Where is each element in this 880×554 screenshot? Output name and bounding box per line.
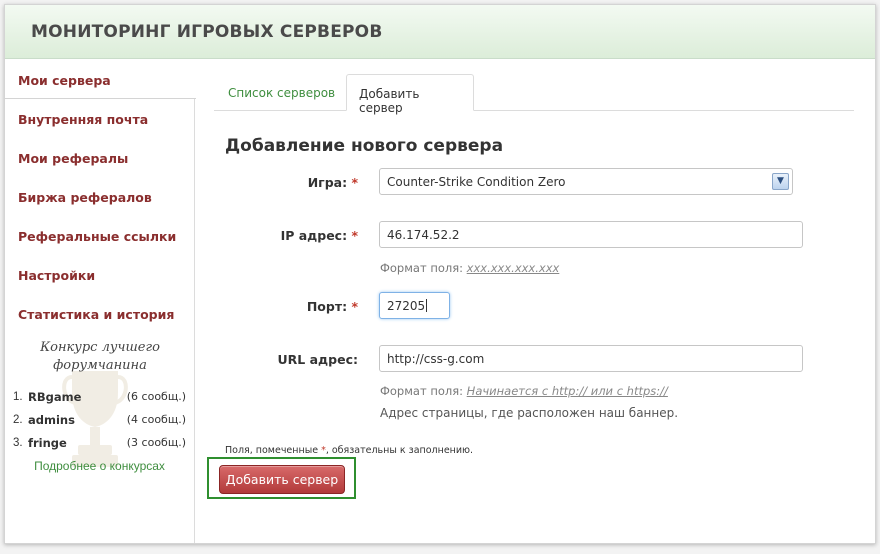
contest-user: fringe — [28, 435, 67, 450]
site-title: МОНИТОРИНГ ИГРОВЫХ СЕРВЕРОВ — [31, 22, 383, 42]
url-description: Адрес страницы, где расположен наш банне… — [380, 406, 679, 420]
ip-input-value: 46.174.52.2 — [387, 228, 460, 242]
sidebar-item-referral-exchange[interactable]: Биржа рефералов — [5, 177, 194, 216]
contest-more-link[interactable]: Подробнее о конкурсах — [5, 459, 194, 473]
form-title: Добавление нового сервера — [225, 136, 504, 156]
sidebar-item-stats-history[interactable]: Статистика и история — [5, 294, 194, 333]
tab-server-list[interactable]: Список серверов — [216, 74, 347, 111]
ip-hint-example[interactable]: xxx.xxx.xxx.xxx — [467, 261, 560, 275]
chevron-down-icon[interactable]: ▼ — [772, 173, 789, 190]
app-window: МОНИТОРИНГ ИГРОВЫХ СЕРВЕРОВ Мои сервера … — [4, 4, 876, 544]
contest-entry: 3. fringe (3 сообщ.) — [5, 431, 194, 454]
note-text-after: , обязательны к заполнению. — [325, 445, 474, 456]
sidebar-item-my-servers[interactable]: Мои сервера — [5, 60, 196, 99]
url-format-hint: Формат поля: Начинается с http:// или с … — [380, 384, 668, 398]
contest-title: Конкурс лучшего форумчанина — [5, 339, 195, 375]
port-input[interactable]: 27205 — [379, 292, 450, 319]
contest-rank: 1. — [13, 390, 23, 403]
contest-count: (6 сообщ.) — [126, 390, 186, 403]
tab-add-server[interactable]: Добавить сервер — [346, 74, 474, 115]
ip-input[interactable]: 46.174.52.2 — [379, 221, 803, 248]
ip-label-text: IP адрес: — [280, 228, 348, 243]
ip-format-hint: Формат поля: xxx.xxx.xxx.xxx — [380, 261, 559, 275]
add-server-button[interactable]: Добавить сервер — [219, 465, 345, 494]
submit-highlight-frame: Добавить сервер — [207, 457, 356, 499]
contest-user: admins — [28, 412, 75, 427]
url-input[interactable]: http://css-g.com — [379, 345, 803, 372]
contest-count: (4 сообщ.) — [126, 413, 186, 426]
url-hint-example[interactable]: Начинается с http:// или с https:// — [467, 384, 668, 398]
contest-title-line1: Конкурс лучшего — [40, 340, 160, 355]
contest-list: 1. RBgame (6 сообщ.) 2. admins (4 сообщ.… — [5, 385, 194, 454]
sidebar-item-referral-links[interactable]: Реферальные ссылки — [5, 216, 194, 255]
site-header: МОНИТОРИНГ ИГРОВЫХ СЕРВЕРОВ — [5, 5, 875, 59]
url-label-text: URL адрес: — [277, 352, 358, 367]
contest-user: RBgame — [28, 389, 82, 404]
contest-widget: Конкурс лучшего форумчанина 1. RBgame (6… — [5, 333, 194, 483]
game-select[interactable]: Counter-Strike Condition Zero ▼ — [379, 168, 793, 195]
port-label: Порт: * — [198, 299, 358, 314]
port-label-text: Порт: — [306, 299, 348, 314]
contest-rank: 3. — [13, 436, 23, 449]
required-mark: * — [351, 228, 358, 243]
contest-count: (3 сообщ.) — [126, 436, 186, 449]
sidebar-item-settings[interactable]: Настройки — [5, 255, 194, 294]
sidebar-item-internal-mail[interactable]: Внутренняя почта — [5, 99, 194, 138]
note-text-before: Поля, помеченные — [225, 445, 322, 456]
game-select-value: Counter-Strike Condition Zero — [387, 175, 566, 189]
url-hint-prefix: Формат поля: — [380, 384, 464, 398]
required-mark: * — [351, 299, 358, 314]
contest-entry: 1. RBgame (6 сообщ.) — [5, 385, 194, 408]
tab-bar: Список серверов Добавить сервер — [214, 74, 854, 115]
contest-rank: 2. — [13, 413, 23, 426]
port-input-value: 27205 — [387, 299, 426, 313]
text-caret — [426, 299, 428, 312]
game-label-text: Игра: — [307, 175, 348, 190]
ip-label: IP адрес: * — [198, 228, 358, 243]
main-content: Список серверов Добавить сервер Добавлен… — [196, 60, 875, 543]
required-fields-note: Поля, помеченные *, обязательны к заполн… — [225, 445, 473, 456]
url-label: URL адрес: — [198, 352, 358, 367]
contest-title-line2: форумчанина — [53, 358, 147, 373]
required-mark: * — [351, 175, 358, 190]
ip-hint-prefix: Формат поля: — [380, 261, 464, 275]
url-input-value: http://css-g.com — [387, 352, 485, 366]
sidebar: Мои сервера Внутренняя почта Мои реферал… — [5, 60, 196, 543]
game-label: Игра: * — [198, 175, 358, 190]
sidebar-item-my-referrals[interactable]: Мои рефералы — [5, 138, 194, 177]
contest-entry: 2. admins (4 сообщ.) — [5, 408, 194, 431]
